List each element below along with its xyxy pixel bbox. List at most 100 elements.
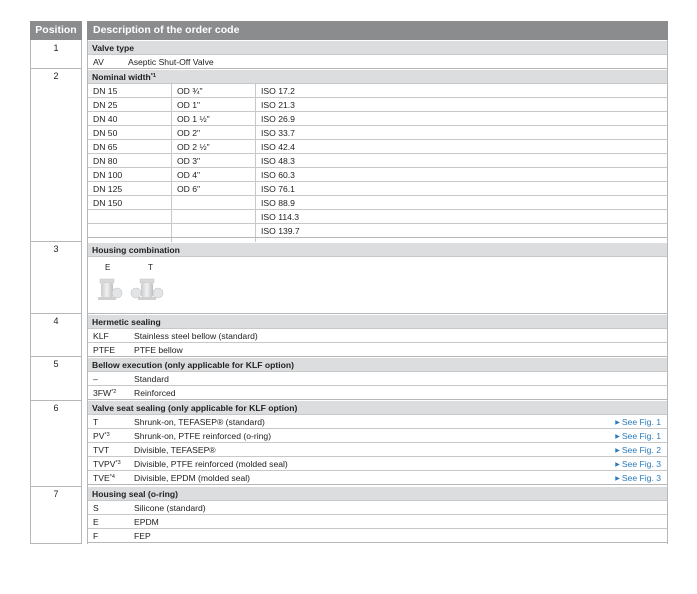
valve-type-label: Aseptic Shut-Off Valve <box>128 57 214 67</box>
nominal-width-row: ISO 114.3 <box>88 210 667 224</box>
see-fig-link[interactable]: ▶ See Fig. 1 <box>615 429 661 444</box>
seat-title: Valve seat sealing (only applicable for … <box>92 403 298 413</box>
housing-t-icon <box>130 278 164 300</box>
hermetic-code: PTFE <box>93 345 115 355</box>
valve-type-code: AV <box>93 57 104 67</box>
position-2: 2 <box>53 71 59 81</box>
seal-row: S Silicone (standard) <box>88 501 667 515</box>
section-valve-type: Valve type <box>88 41 667 55</box>
seal-row: F FEP <box>88 529 667 543</box>
iso-value: ISO 88.9 <box>261 198 295 208</box>
position-column: 1 2 3 4 5 6 7 <box>30 40 82 544</box>
dn-value: DN 80 <box>93 156 118 166</box>
od-value: OD 4" <box>177 170 201 180</box>
description-header: Description of the order code <box>87 21 668 40</box>
nominal-width-row: DN 100 OD 4" ISO 60.3 <box>88 168 667 182</box>
seat-note: *3 <box>104 432 110 438</box>
position-4: 4 <box>53 316 59 326</box>
arrow-right-icon: ▶ <box>615 420 620 426</box>
housing-label-e: E <box>105 263 111 272</box>
seat-code: T <box>93 415 98 429</box>
dn-value: DN 40 <box>93 114 118 124</box>
housing-images: E T <box>88 257 667 314</box>
nominal-width-row: DN 125 OD 6" ISO 76.1 <box>88 182 667 196</box>
hermetic-title: Hermetic sealing <box>92 317 161 327</box>
dn-value: DN 100 <box>93 170 123 180</box>
arrow-right-icon: ▶ <box>615 462 620 468</box>
seat-row: T Shrunk-on, TEFASEP® (standard) ▶ See Fig.… <box>88 415 667 429</box>
bellow-code: – <box>93 374 98 384</box>
seat-row: TVE*4 Divisible, EPDM (molded seal) ▶ See F… <box>88 471 667 485</box>
iso-value: ISO 26.9 <box>261 114 295 124</box>
iso-value: ISO 48.3 <box>261 156 295 166</box>
nominal-width-row: ISO 139.7 <box>88 224 667 238</box>
bellow-title: Bellow execution (only applicable for KL… <box>92 360 294 370</box>
hermetic-label: PTFE bellow <box>134 345 183 355</box>
od-value: OD 2" <box>177 128 201 138</box>
section-housing-combination: Housing combination <box>88 243 667 257</box>
hermetic-code: KLF <box>93 331 109 341</box>
see-fig-text: See Fig. 1 <box>621 417 661 427</box>
iso-value: ISO 60.3 <box>261 170 295 180</box>
bellow-label: Standard <box>134 374 169 384</box>
seat-code: TVT <box>93 443 109 457</box>
see-fig-link[interactable]: ▶ See Fig. 1 <box>615 415 661 430</box>
nominal-width-note: *1 <box>150 73 156 79</box>
housing-label-t: T <box>148 263 153 272</box>
od-value: OD 1 ½" <box>177 114 210 124</box>
valve-type-title: Valve type <box>92 43 135 53</box>
position-divider <box>31 356 81 357</box>
see-fig-link[interactable]: ▶ See Fig. 3 <box>615 471 661 486</box>
iso-value: ISO 114.3 <box>261 212 300 222</box>
arrow-right-icon: ▶ <box>615 434 620 440</box>
section-housing-seal: Housing seal (o-ring) <box>88 487 667 501</box>
dn-value: DN 125 <box>93 184 123 194</box>
position-5: 5 <box>53 359 59 369</box>
nominal-width-title: Nominal width <box>92 72 151 82</box>
seat-note: *4 <box>109 474 115 480</box>
bellow-code: 3FW*2 <box>93 386 116 400</box>
see-fig-link[interactable]: ▶ See Fig. 3 <box>615 457 661 472</box>
arrow-right-icon: ▶ <box>615 448 620 454</box>
od-value: OD 2 ½" <box>177 142 210 152</box>
od-value: OD 6" <box>177 184 201 194</box>
iso-value: ISO 139.7 <box>261 226 300 236</box>
iso-value: ISO 17.2 <box>261 86 295 96</box>
iso-value: ISO 21.3 <box>261 100 295 110</box>
nominal-width-row: DN 65 OD 2 ½" ISO 42.4 <box>88 140 667 154</box>
iso-value: ISO 42.4 <box>261 142 295 152</box>
nominal-width-row: DN 80 OD 3" ISO 48.3 <box>88 154 667 168</box>
see-fig-link[interactable]: ▶ See Fig. 2 <box>615 443 661 458</box>
description-column: Valve type AV Aseptic Shut-Off Valve Nom… <box>87 40 668 544</box>
section-hermetic-sealing: Hermetic sealing <box>88 315 667 329</box>
dn-value: DN 50 <box>93 128 118 138</box>
seal-title: Housing seal (o-ring) <box>92 489 178 499</box>
section-bellow-execution: Bellow execution (only applicable for KL… <box>88 358 667 372</box>
arrow-right-icon: ▶ <box>615 476 620 482</box>
section-nominal-width: Nominal width*1 <box>88 70 667 84</box>
bellow-row: 3FW*2 Reinforced <box>88 386 667 400</box>
seat-row: TVPV*3 Divisible, PTFE reinforced (molded… <box>88 457 667 471</box>
od-value: OD ¾" <box>177 86 203 96</box>
nominal-width-table: DN 15 OD ¾" ISO 17.2 DN 25 OD 1" ISO 21.3 DN 4… <box>88 84 667 242</box>
seat-note: *3 <box>115 460 121 466</box>
seat-code: TVE*4 <box>93 471 115 485</box>
position-3: 3 <box>53 244 59 254</box>
position-6: 6 <box>53 403 59 413</box>
dn-value: DN 15 <box>93 86 118 96</box>
hermetic-label: Stainless steel bellow (standard) <box>134 331 258 341</box>
seat-code: TVPV*3 <box>93 457 121 471</box>
seal-code: S <box>93 503 99 513</box>
seat-label: Shrunk-on, TEFASEP® (standard) <box>134 417 265 427</box>
valve-type-row: AV Aseptic Shut-Off Valve <box>88 55 667 69</box>
seat-row: TVT Divisible, TEFASEP® ▶ See Fig. 2 <box>88 443 667 457</box>
see-fig-text: See Fig. 3 <box>621 459 661 469</box>
nominal-width-row: DN 15 OD ¾" ISO 17.2 <box>88 84 667 98</box>
position-header-label: Position <box>35 24 77 36</box>
seat-row: PV*3 Shrunk-on, PTFE reinforced (o-ring) ▶… <box>88 429 667 443</box>
position-divider <box>31 68 81 69</box>
od-value: OD 1" <box>177 100 201 110</box>
dn-value: DN 65 <box>93 142 118 152</box>
housing-title: Housing combination <box>92 245 180 255</box>
position-divider <box>31 486 81 487</box>
